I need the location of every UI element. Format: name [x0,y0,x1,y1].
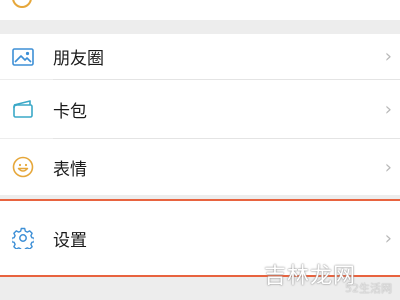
menu-item-label: 设置 [53,230,87,251]
chevron-right-icon: › [384,98,392,120]
menu-item-stickers[interactable]: 表情 › [0,139,400,195]
card-wallet-icon [12,98,34,120]
watermark-main-text: 吉林龙网 [263,264,356,289]
watermark-sub-text: 52生活网 [345,282,392,295]
menu-item-moments[interactable]: 朋友圈 › [0,34,400,79]
chevron-right-icon: › [384,227,392,249]
menu-item-label: 表情 [53,159,87,180]
section-gap [0,20,400,34]
menu-item-label: 卡包 [53,101,87,122]
chevron-right-icon: › [384,46,392,67]
watermark: 吉林龙网 52生活网 [242,254,392,295]
menu-item-card-wallet[interactable]: 卡包 › [0,80,400,138]
top-strip [0,0,400,20]
gear-icon [12,227,34,249]
smiley-icon [12,156,34,178]
chevron-right-icon: › [384,156,392,178]
image-icon [12,46,34,68]
partial-icon [12,0,32,8]
menu-item-label: 朋友圈 [53,49,104,69]
